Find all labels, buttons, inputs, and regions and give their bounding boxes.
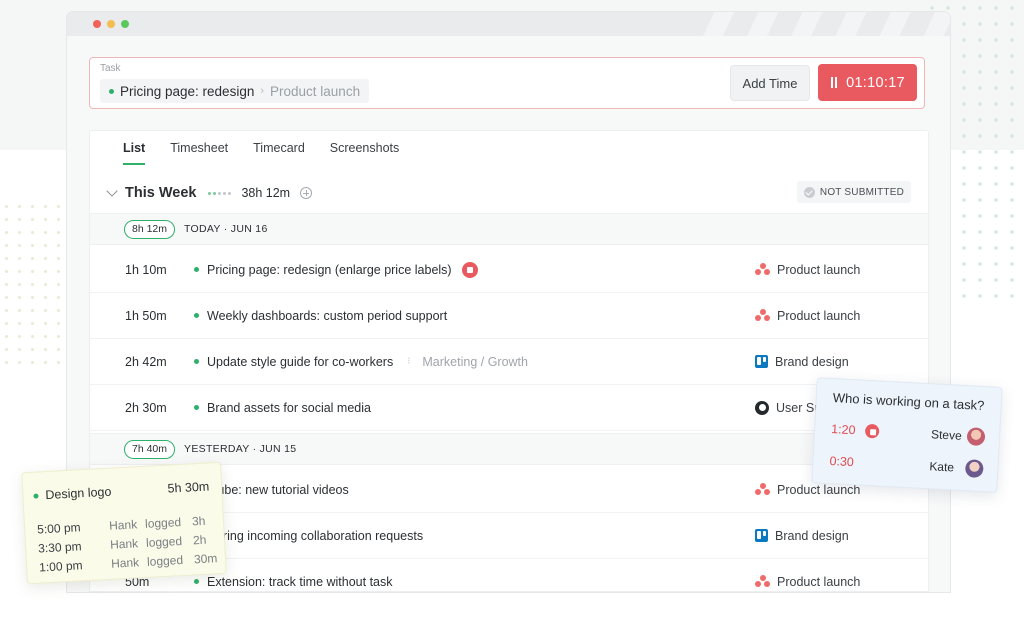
- log-time: 1:00 pm: [38, 558, 83, 575]
- stop-icon[interactable]: [864, 423, 880, 439]
- task-log-card: Design logo 5h 30m 5:00 pm Hank logged 3…: [21, 461, 227, 585]
- member-time: 0:30: [829, 453, 855, 470]
- entry-description: utube: new tutorial videos: [207, 482, 349, 497]
- task-status-dot: [33, 492, 39, 499]
- log-action: logged: [146, 552, 184, 569]
- asana-icon: [755, 309, 770, 322]
- trello-icon: [755, 529, 768, 542]
- entry-status-dot: [194, 267, 199, 272]
- member-name: Kate: [929, 459, 955, 475]
- day-label: YESTERDAY · JUN 15: [184, 443, 297, 455]
- table-row[interactable]: 1h 50m Weekly dashboards: custom period …: [90, 293, 928, 339]
- github-icon: [755, 400, 769, 415]
- asana-icon: [755, 483, 770, 496]
- decorative-dots-left: [0, 200, 70, 370]
- member-name: Steve: [930, 427, 963, 443]
- chevron-right-icon: ›: [260, 85, 265, 97]
- entry-description: Pricing page: redesign (enlarge price la…: [207, 262, 452, 277]
- entry-status-dot: [194, 579, 199, 584]
- list-item: 0:30 Kate: [829, 451, 990, 479]
- avatar: [964, 459, 984, 479]
- day-total-pill: 7h 40m: [124, 439, 176, 459]
- entry-project: Product launch: [777, 574, 861, 589]
- check-circle-icon: [803, 186, 815, 198]
- who-card-title: Who is working on a task?: [832, 390, 985, 413]
- tab-timecard[interactable]: Timecard: [253, 141, 305, 165]
- day-header-yesterday: 7h 40m YESTERDAY · JUN 15: [90, 433, 928, 465]
- entry-project: Brand design: [775, 354, 849, 369]
- week-progress-dots: [208, 191, 232, 195]
- entry-status-dot: [194, 359, 199, 364]
- minimize-window-icon[interactable]: [107, 20, 115, 28]
- avatar: [966, 427, 986, 447]
- entry-project: Brand design: [775, 528, 849, 543]
- tab-timesheet[interactable]: Timesheet: [170, 141, 228, 165]
- list-item: 1:20 Steve: [831, 419, 992, 447]
- log-task-total: 5h 30m: [167, 479, 210, 496]
- week-total-hours: 38h 12m: [241, 186, 291, 200]
- log-amount: 3h: [191, 513, 206, 529]
- list-item: 5:00 pm Hank logged 3h: [37, 513, 217, 537]
- week-title: This Week: [125, 185, 197, 201]
- task-selector[interactable]: Pricing page: redesign › Product launch: [100, 79, 370, 103]
- tab-list[interactable]: List: [123, 141, 146, 165]
- log-action: logged: [145, 533, 183, 550]
- entry-subtitle: Marketing / Growth: [422, 354, 528, 369]
- chevron-down-icon[interactable]: [106, 185, 118, 197]
- member-time: 1:20: [830, 422, 856, 438]
- current-task-project: Product launch: [270, 83, 361, 99]
- subtask-separator: ⁝: [407, 356, 411, 367]
- log-time: 3:30 pm: [37, 539, 82, 556]
- entry-description: Update style guide for co-workers: [207, 354, 394, 369]
- entry-status-dot: [194, 405, 199, 410]
- log-task-name: Design logo: [45, 484, 112, 503]
- add-entry-icon[interactable]: [300, 187, 313, 199]
- table-row[interactable]: 2h 30m Brand assets for social media Use…: [90, 385, 928, 431]
- entry-description: Weekly dashboards: custom period support: [207, 308, 448, 323]
- view-tabs: List Timesheet Timecard Screenshots: [123, 141, 399, 165]
- entry-duration: 1h 50m: [125, 308, 167, 323]
- day-total-pill: 8h 12m: [124, 219, 176, 239]
- log-user: Hank: [109, 536, 139, 552]
- log-time: 5:00 pm: [36, 520, 81, 537]
- log-user: Hank: [110, 555, 140, 571]
- timer-bar: Task Pricing page: redesign › Product la…: [89, 57, 925, 109]
- log-amount: 2h: [192, 532, 207, 548]
- submission-status-badge[interactable]: NOT SUBMITTED: [796, 181, 911, 203]
- task-field-label: Task: [100, 63, 121, 74]
- maximize-window-icon[interactable]: [121, 20, 129, 28]
- table-row[interactable]: 1h 10m Pricing page: redesign (enlarge p…: [90, 247, 928, 293]
- tab-screenshots[interactable]: Screenshots: [330, 141, 399, 165]
- entry-project: Product launch: [777, 262, 861, 277]
- add-time-button[interactable]: Add Time: [730, 65, 810, 101]
- entry-status-dot: [194, 313, 199, 318]
- entry-description: wering incoming collaboration requests: [207, 528, 424, 543]
- entry-duration: 2h 30m: [125, 400, 167, 415]
- stop-icon[interactable]: [461, 261, 478, 278]
- who-is-working-card: Who is working on a task? 1:20 Steve 0:3…: [811, 377, 1003, 493]
- entry-duration: 1h 10m: [125, 262, 167, 277]
- window-titlebar: [67, 12, 950, 36]
- day-label: TODAY · JUN 16: [184, 223, 268, 235]
- log-action: logged: [144, 515, 182, 531]
- close-window-icon[interactable]: [93, 20, 101, 28]
- entry-project: Product launch: [777, 308, 861, 323]
- log-amount: 30m: [193, 551, 218, 567]
- table-row[interactable]: 2h 42m Update style guide for co-workers…: [90, 339, 928, 385]
- asana-icon: [755, 575, 770, 588]
- pause-icon: [830, 77, 838, 88]
- week-summary: This Week 38h 12m NOT SUBMITTED: [105, 181, 917, 205]
- trello-icon: [755, 355, 768, 368]
- entry-duration: 2h 42m: [125, 354, 167, 369]
- task-status-dot: [109, 88, 114, 94]
- log-user: Hank: [108, 517, 138, 533]
- day-header-today: 8h 12m TODAY · JUN 16: [90, 213, 928, 245]
- asana-icon: [755, 263, 770, 276]
- elapsed-time: 01:10:17: [846, 74, 905, 91]
- entry-description: Brand assets for social media: [207, 400, 371, 415]
- titlebar-decoration: [690, 12, 950, 36]
- stop-timer-button[interactable]: 01:10:17: [818, 64, 917, 101]
- entry-description: Extension: track time without task: [207, 574, 393, 589]
- current-task-name: Pricing page: redesign: [120, 83, 255, 99]
